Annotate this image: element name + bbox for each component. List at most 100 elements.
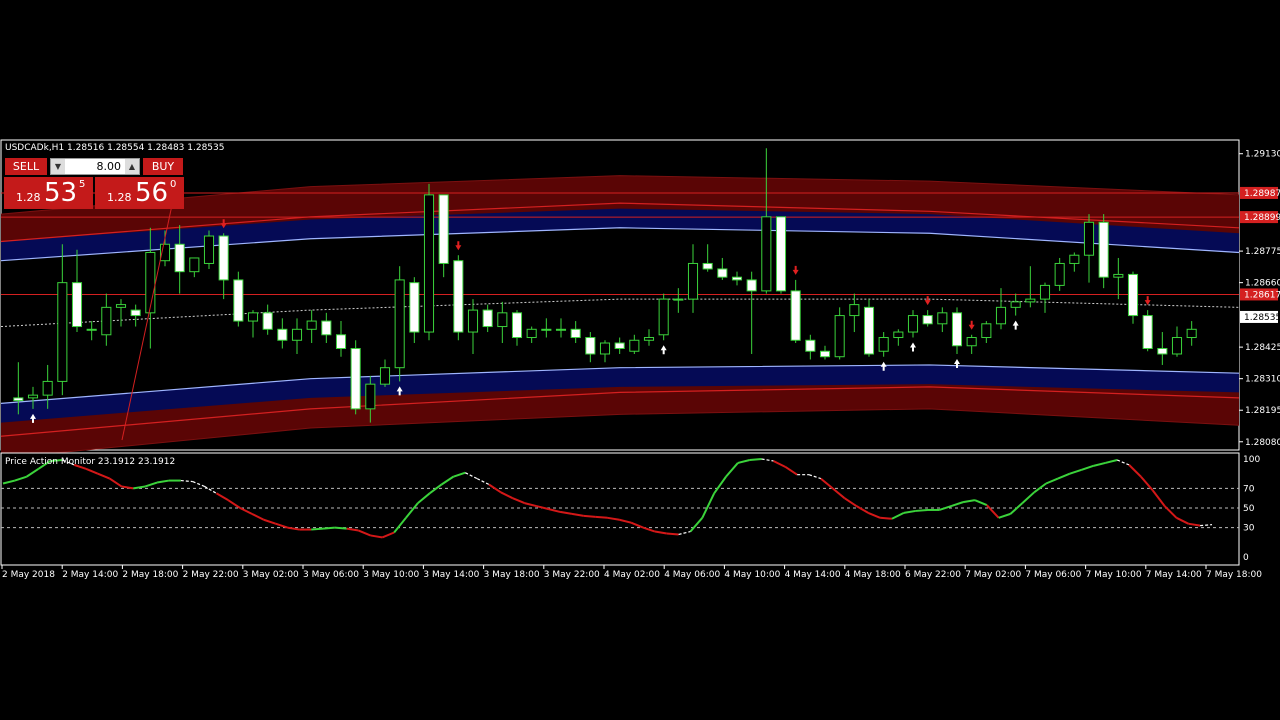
bull-candle [907,315,919,333]
one-click-trading-panel: SELL ▼ 8.00 ▲ BUY 1.28 53 5 1.28 56 0 [4,157,184,210]
sell-price-sup: 5 [79,179,86,190]
bull-candle [86,328,97,331]
bull-candle [995,306,1007,325]
bear-candle [233,279,244,322]
bull-candle [42,380,53,396]
bear-candle [1142,315,1153,349]
bear-candle [453,260,464,333]
bull-candle [1083,221,1095,256]
indicator-axis-label: 70 [1243,484,1255,494]
bull-candle [687,262,699,300]
indicator-segment [322,526,335,530]
bull-candle [115,304,127,308]
bull-candle [497,312,508,328]
lot-increase-icon[interactable]: ▲ [125,159,139,174]
bull-candle [937,312,948,325]
bull-candle [834,315,845,358]
price-panel[interactable] [0,139,1240,459]
bear-candle [863,306,875,355]
bull-candle [306,320,317,330]
bull-candle [1171,337,1183,355]
bull-candle [761,216,772,292]
time-axis-label: 3 May 14:00 [423,570,479,580]
bear-candle [511,312,523,339]
bear-candle [71,282,83,328]
bull-candle [849,304,860,317]
time-axis-label: 3 May 10:00 [363,570,419,580]
buy-price-sup: 0 [170,179,177,190]
bear-candle [1098,221,1109,278]
bear-candle [746,279,757,292]
indicator-panel[interactable] [0,452,1240,566]
bear-candle [130,309,141,317]
chart-canvas[interactable]: 1.291301.287751.286601.284251.283101.281… [0,0,1280,720]
bear-candle [277,328,288,341]
time-axis-label: 3 May 22:00 [544,570,600,580]
sell-button[interactable]: SELL [5,158,47,175]
time-axis-label: 7 May 10:00 [1086,570,1142,580]
bear-candle [321,320,332,336]
bull-candle [57,282,68,382]
price-tag-label: 1.28987 [1244,189,1280,199]
time-axis-label: 2 May 14:00 [62,570,118,580]
bear-candle [482,309,493,328]
time-axis-label: 3 May 02:00 [243,570,299,580]
bull-candle [203,235,215,264]
bull-candle [966,337,977,347]
bull-candle [1025,298,1036,303]
sell-price-prefix: 1.28 [16,191,41,204]
bull-candle [423,194,435,333]
bull-candle [1113,273,1124,278]
bull-candle [379,367,391,385]
bear-candle [585,337,596,355]
bear-candle [1127,273,1139,317]
indicator-panel-frame [0,452,1240,566]
bull-candle [658,298,669,336]
time-axis-label: 2 May 22:00 [183,570,239,580]
sell-price-big: 53 [44,178,78,208]
bull-candle [1186,328,1197,339]
bull-candle [526,328,537,339]
bull-candle [394,279,405,369]
bear-candle [174,243,185,273]
bear-candle [409,282,420,333]
symbol-header: USDCADk,H1 1.28516 1.28554 1.28483 1.285… [5,143,224,153]
bull-candle [878,337,889,352]
bear-candle [922,315,933,325]
indicator-segment [749,458,762,461]
bull-candle [467,309,479,333]
bull-candle [673,298,684,301]
bear-candle [438,194,449,264]
indicator-axis-label: 30 [1243,524,1255,534]
lot-decrease-icon[interactable]: ▼ [51,159,65,174]
time-axis-label: 4 May 14:00 [785,570,841,580]
lot-size-input[interactable]: ▼ 8.00 ▲ [50,158,140,175]
price-tag-label: 1.28617 [1244,290,1280,300]
bull-candle [101,306,112,336]
time-axis-label: 4 May 06:00 [664,570,720,580]
buy-button[interactable]: BUY [143,158,183,175]
bull-candle [541,328,552,331]
bull-candle [1039,284,1051,300]
price-axis-label: 1.29130 [1245,150,1280,160]
buy-price-button[interactable]: 1.28 56 0 [95,177,184,209]
bull-candle [1069,254,1080,264]
indicator-segment [915,508,928,512]
bear-candle [702,262,713,270]
buy-price-prefix: 1.28 [107,191,132,204]
bull-candle [893,331,904,339]
bull-candle [629,339,640,352]
time-axis-label: 6 May 22:00 [905,570,961,580]
bear-candle [218,235,229,281]
indicator-segment [666,532,679,536]
bear-candle [335,334,347,349]
price-axis-label: 1.28425 [1245,343,1280,353]
price-axis-label: 1.28660 [1245,279,1280,289]
price-axis-label: 1.28080 [1245,438,1280,448]
bull-candle [291,328,303,341]
sell-price-button[interactable]: 1.28 53 5 [4,177,93,209]
bull-candle [1010,301,1021,308]
price-axis-label: 1.28195 [1245,406,1280,416]
bull-candle [1054,262,1065,286]
time-axis-label: 4 May 18:00 [845,570,901,580]
